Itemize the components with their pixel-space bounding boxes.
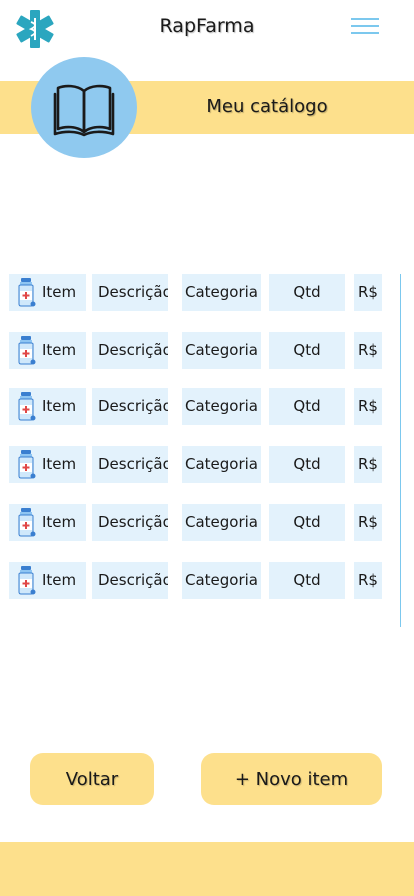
quantity-cell[interactable]: Qtd — [269, 388, 345, 425]
hamburger-menu-icon[interactable] — [351, 18, 379, 36]
page-title: Meu catálogo — [206, 96, 328, 117]
price-cell[interactable]: R$ — [354, 388, 382, 425]
item-cell[interactable]: Item — [9, 388, 86, 425]
table-row[interactable]: Item Descrição Categoria Qtd R$ — [0, 446, 400, 484]
medicine-bottle-icon — [18, 450, 36, 479]
quantity-cell[interactable]: Qtd — [269, 332, 345, 369]
item-cell[interactable]: Item — [9, 274, 86, 311]
description-cell[interactable]: Descrição — [92, 562, 168, 599]
category-cell[interactable]: Categoria — [182, 388, 261, 425]
quantity-cell[interactable]: Qtd — [269, 446, 345, 483]
app-header: RapFarma — [0, 0, 414, 58]
medicine-bottle-icon — [18, 566, 36, 595]
quantity-cell[interactable]: Qtd — [269, 504, 345, 541]
item-label: Item — [42, 455, 77, 473]
footer-bar — [0, 842, 414, 896]
quantity-cell[interactable]: Qtd — [269, 562, 345, 599]
table-row[interactable]: Item Descrição Categoria Qtd R$ — [0, 274, 400, 312]
category-cell[interactable]: Categoria — [182, 562, 261, 599]
item-cell[interactable]: Item — [9, 332, 86, 369]
table-row[interactable]: Item Descrição Categoria Qtd R$ — [0, 332, 400, 370]
category-cell[interactable]: Categoria — [182, 274, 261, 311]
catalog-table: Item Descrição Categoria Qtd R$ Item Descrição… — [0, 270, 414, 630]
item-label: Item — [42, 513, 77, 531]
table-row[interactable]: Item Descrição Categoria Qtd R$ — [0, 388, 400, 426]
back-button[interactable]: Voltar — [30, 753, 154, 805]
quantity-cell[interactable]: Qtd — [269, 274, 345, 311]
add-item-button[interactable]: + Novo item — [201, 753, 382, 805]
medicine-bottle-icon — [18, 508, 36, 537]
open-book-icon — [53, 84, 115, 137]
price-cell[interactable]: R$ — [354, 562, 382, 599]
medicine-bottle-icon — [18, 278, 36, 307]
price-cell[interactable]: R$ — [354, 504, 382, 541]
item-label: Item — [42, 341, 77, 359]
description-cell[interactable]: Descrição — [92, 388, 168, 425]
table-row[interactable]: Item Descrição Categoria Qtd R$ — [0, 504, 400, 542]
item-cell[interactable]: Item — [9, 446, 86, 483]
medicine-bottle-icon — [18, 336, 36, 365]
item-label: Item — [42, 397, 77, 415]
category-cell[interactable]: Categoria — [182, 504, 261, 541]
item-cell[interactable]: Item — [9, 504, 86, 541]
medicine-bottle-icon — [18, 392, 36, 421]
item-label: Item — [42, 283, 77, 301]
item-cell[interactable]: Item — [9, 562, 86, 599]
price-cell[interactable]: R$ — [354, 332, 382, 369]
description-cell[interactable]: Descrição — [92, 446, 168, 483]
price-cell[interactable]: R$ — [354, 446, 382, 483]
item-label: Item — [42, 571, 77, 589]
catalog-avatar — [31, 57, 137, 158]
category-cell[interactable]: Categoria — [182, 446, 261, 483]
description-cell[interactable]: Descrição — [92, 274, 168, 311]
price-cell[interactable]: R$ — [354, 274, 382, 311]
table-row[interactable]: Item Descrição Categoria Qtd R$ — [0, 562, 400, 600]
description-cell[interactable]: Descrição — [92, 504, 168, 541]
category-cell[interactable]: Categoria — [182, 332, 261, 369]
description-cell[interactable]: Descrição — [92, 332, 168, 369]
